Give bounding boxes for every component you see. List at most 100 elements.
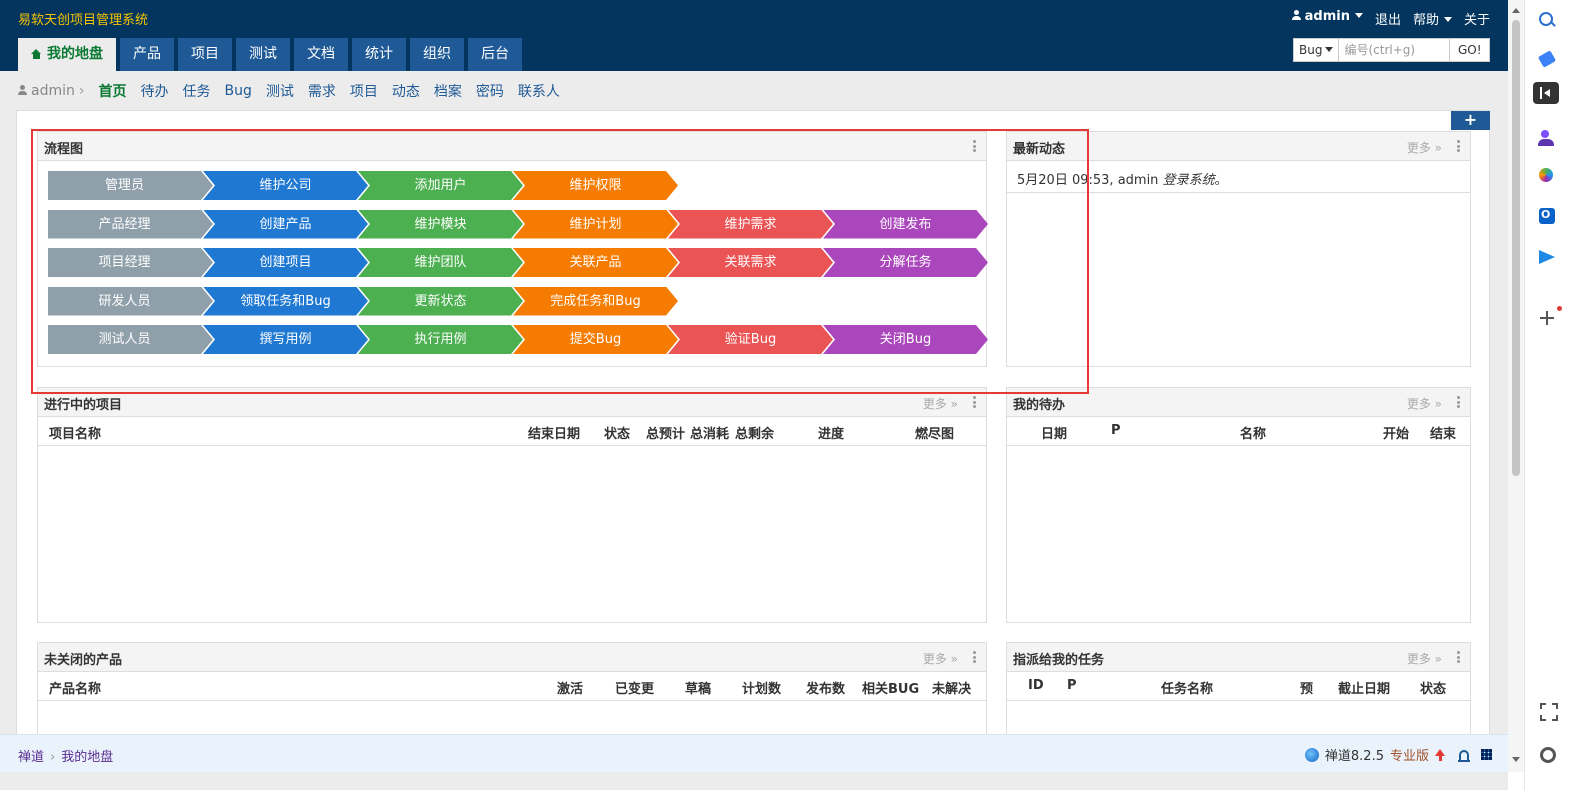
more-link[interactable]: 更多 »: [1407, 139, 1442, 156]
flowchart-step[interactable]: 维护模块: [358, 209, 523, 239]
flowchart-step[interactable]: 创建产品: [203, 209, 368, 239]
flowchart-step[interactable]: 维护需求: [668, 209, 833, 239]
column-header[interactable]: 结束日期: [528, 423, 580, 442]
subnav-item-task[interactable]: 任务: [182, 81, 210, 101]
flowchart-step[interactable]: 关联产品: [513, 248, 678, 277]
flowchart-step[interactable]: 测试人员: [48, 325, 213, 354]
flowchart-step[interactable]: 维护权限: [513, 171, 678, 200]
flowchart-step[interactable]: 验证Bug: [668, 325, 833, 354]
flowchart-step[interactable]: 产品经理: [48, 209, 213, 239]
tab-doc[interactable]: 文档: [294, 38, 348, 71]
column-header[interactable]: 发布数: [806, 678, 845, 697]
column-header[interactable]: 开始: [1383, 423, 1409, 442]
scroll-down-icon[interactable]: [1512, 757, 1520, 762]
tab-test[interactable]: 测试: [236, 38, 290, 71]
column-header[interactable]: 项目名称: [49, 423, 101, 442]
scroll-thumb[interactable]: [1512, 20, 1520, 476]
flowchart-step[interactable]: 关闭Bug: [823, 325, 988, 354]
flowchart-step[interactable]: 维护公司: [203, 171, 368, 200]
column-header[interactable]: 总剩余: [735, 423, 774, 442]
add-icon[interactable]: [1537, 308, 1557, 328]
flowchart-step[interactable]: 执行用例: [358, 325, 523, 354]
column-header[interactable]: 未解决: [932, 678, 971, 697]
flowchart-step[interactable]: 添加用户: [358, 171, 523, 200]
search-type-select[interactable]: Bug: [1294, 39, 1340, 61]
add-block-button[interactable]: +: [1451, 111, 1490, 130]
screenshot-icon[interactable]: [1537, 700, 1558, 721]
flowchart-step[interactable]: 更新状态: [358, 286, 523, 316]
about-link[interactable]: 关于: [1464, 9, 1490, 28]
flowchart-step[interactable]: 维护计划: [513, 209, 678, 239]
flowchart-step[interactable]: 管理员: [48, 171, 213, 200]
tab-company[interactable]: 组织: [410, 38, 464, 71]
flowchart-step[interactable]: 分解任务: [823, 248, 988, 277]
column-header[interactable]: 日期: [1041, 423, 1067, 442]
subnav-item-contacts[interactable]: 联系人: [518, 81, 560, 101]
qrcode-icon[interactable]: [1481, 749, 1492, 760]
send-icon[interactable]: [1537, 246, 1557, 266]
version-link[interactable]: 禅道8.2.5: [1325, 745, 1384, 764]
column-header[interactable]: 相关BUG: [862, 678, 919, 697]
more-vertical-icon[interactable]: [1457, 140, 1460, 152]
more-vertical-icon[interactable]: [1457, 396, 1460, 408]
flowchart-step[interactable]: 撰写用例: [203, 325, 368, 354]
flowchart-step[interactable]: 提交Bug: [513, 325, 678, 354]
more-vertical-icon[interactable]: [973, 140, 976, 152]
subnav-item-story[interactable]: 需求: [308, 81, 336, 101]
more-link[interactable]: 更多 »: [1407, 650, 1442, 667]
column-header[interactable]: 总消耗: [690, 423, 729, 442]
column-header[interactable]: 已变更: [615, 678, 654, 697]
flowchart-step[interactable]: 研发人员: [48, 286, 213, 316]
column-header[interactable]: 产品名称: [49, 678, 101, 697]
subnav-item-password[interactable]: 密码: [476, 81, 504, 101]
flowchart-step[interactable]: 关联需求: [668, 248, 833, 277]
column-header[interactable]: 进度: [818, 423, 844, 442]
tab-product[interactable]: 产品: [120, 38, 174, 71]
help-menu[interactable]: 帮助: [1413, 9, 1452, 28]
flowchart-step[interactable]: 领取任务和Bug: [203, 286, 368, 316]
column-header[interactable]: 计划数: [742, 678, 781, 697]
column-header[interactable]: 预: [1300, 678, 1313, 697]
more-link[interactable]: 更多 »: [923, 650, 958, 667]
search-input[interactable]: [1339, 39, 1450, 61]
column-header[interactable]: 任务名称: [1161, 678, 1213, 697]
more-vertical-icon[interactable]: [973, 396, 976, 408]
gear-icon[interactable]: [1537, 744, 1557, 764]
upgrade-arrow-icon[interactable]: [1435, 749, 1445, 761]
column-header[interactable]: 结束: [1430, 423, 1456, 442]
user-menu[interactable]: admin: [1291, 9, 1363, 28]
footer-crumb-home[interactable]: 禅道: [18, 750, 44, 765]
tab-project[interactable]: 项目: [178, 38, 232, 71]
column-header[interactable]: 总预计: [646, 423, 685, 442]
tab-admin[interactable]: 后台: [468, 38, 522, 71]
subnav-item-home[interactable]: 首页: [98, 81, 126, 101]
tab-report[interactable]: 统计: [352, 38, 406, 71]
outlook-icon[interactable]: [1537, 206, 1557, 226]
more-link[interactable]: 更多 »: [923, 395, 958, 412]
scroll-up-icon[interactable]: [1512, 8, 1520, 13]
flowchart-step[interactable]: 创建项目: [203, 248, 368, 277]
column-header[interactable]: 激活: [557, 678, 583, 697]
bell-icon[interactable]: [1458, 749, 1470, 762]
more-link[interactable]: 更多 »: [1407, 395, 1442, 412]
subnav-item-profile[interactable]: 档案: [434, 81, 462, 101]
column-header[interactable]: 截止日期: [1338, 678, 1390, 697]
search-icon[interactable]: [1537, 10, 1557, 30]
tag-icon[interactable]: [1537, 50, 1557, 70]
tab-my[interactable]: 我的地盘: [18, 38, 116, 71]
column-header[interactable]: 草稿: [685, 678, 711, 697]
subnav-item-project[interactable]: 项目: [350, 81, 378, 101]
column-header[interactable]: 状态: [1420, 678, 1446, 697]
flowchart-step[interactable]: 项目经理: [48, 248, 213, 277]
flowchart-step[interactable]: 完成任务和Bug: [513, 286, 678, 316]
people-icon[interactable]: [1537, 128, 1557, 148]
page-scrollbar[interactable]: [1508, 0, 1524, 772]
column-header[interactable]: ID: [1028, 678, 1044, 693]
copilot-icon[interactable]: [1537, 166, 1557, 186]
more-vertical-icon[interactable]: [1457, 651, 1460, 663]
column-header[interactable]: 名称: [1240, 423, 1266, 442]
flowchart-step[interactable]: 创建发布: [823, 209, 988, 239]
flowchart-step[interactable]: 维护团队: [358, 248, 523, 277]
column-header[interactable]: 状态: [604, 423, 630, 442]
search-go-button[interactable]: GO!: [1449, 39, 1489, 61]
